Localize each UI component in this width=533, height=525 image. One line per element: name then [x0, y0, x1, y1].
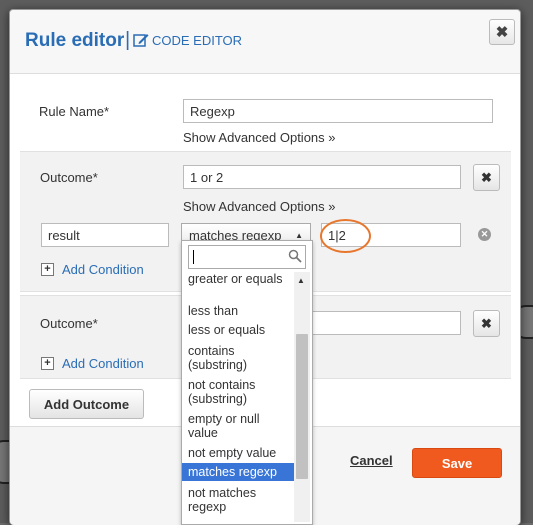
plus-icon: +	[41, 263, 54, 276]
caret-up-icon: ▲	[295, 231, 303, 240]
add-condition-link[interactable]: + Add Condition	[41, 262, 144, 277]
dropdown-option[interactable]: not empty value	[182, 446, 294, 462]
operator-dropdown: greater or equals less than less or equa…	[181, 240, 313, 525]
outcome-input[interactable]	[183, 165, 461, 189]
remove-outcome-button[interactable]: ✖	[473, 310, 500, 337]
dropdown-option[interactable]: contains (substring)	[182, 344, 282, 374]
dropdown-scrollbar[interactable]: ▲	[294, 272, 310, 522]
search-icon	[288, 249, 302, 263]
dropdown-option[interactable]: less or equals	[182, 323, 294, 339]
plus-icon: +	[41, 357, 54, 370]
close-button[interactable]: ✖	[489, 19, 515, 45]
scroll-up-icon[interactable]: ▲	[297, 276, 305, 285]
remove-condition-icon[interactable]: ✕	[478, 228, 491, 241]
dropdown-search-input[interactable]	[188, 245, 306, 269]
edit-icon	[133, 34, 149, 47]
title-separator: |	[125, 29, 131, 51]
add-outcome-button[interactable]: Add Outcome	[29, 389, 144, 419]
scrollbar-thumb[interactable]	[296, 334, 308, 479]
dialog-title: Rule editor	[25, 30, 125, 51]
add-condition-label: Add Condition	[62, 356, 144, 371]
save-button[interactable]: Save	[412, 448, 502, 478]
dropdown-option[interactable]: not contains (substring)	[182, 378, 294, 408]
text-cursor	[193, 250, 194, 264]
code-editor-label: CODE EDITOR	[152, 32, 243, 48]
dropdown-option[interactable]: greater or equals	[182, 272, 294, 300]
code-editor-link[interactable]: CODE EDITOR	[133, 32, 242, 48]
add-condition-label: Add Condition	[62, 262, 144, 277]
dropdown-option[interactable]: not matches regexp	[182, 486, 294, 516]
add-condition-link[interactable]: + Add Condition	[41, 356, 144, 371]
dialog-header: Rule editor | CODE EDITOR ✖	[10, 10, 520, 74]
outcome-label: Outcome*	[40, 170, 98, 185]
remove-outcome-button[interactable]: ✖	[473, 164, 500, 191]
cancel-button[interactable]: Cancel	[350, 453, 393, 468]
condition-field-input[interactable]	[41, 223, 169, 247]
outcome-advanced-options-link[interactable]: Show Advanced Options »	[183, 199, 336, 214]
rule-name-label: Rule Name*	[39, 104, 110, 119]
dropdown-option[interactable]: less than	[182, 304, 294, 320]
rule-name-input[interactable]	[183, 99, 493, 123]
highlight-annotation	[320, 219, 371, 253]
dropdown-option[interactable]: empty or null value	[182, 412, 272, 442]
dropdown-option-selected[interactable]: matches regexp	[182, 463, 294, 481]
rule-advanced-options-link[interactable]: Show Advanced Options »	[183, 130, 336, 145]
outcome-label: Outcome*	[40, 316, 98, 331]
